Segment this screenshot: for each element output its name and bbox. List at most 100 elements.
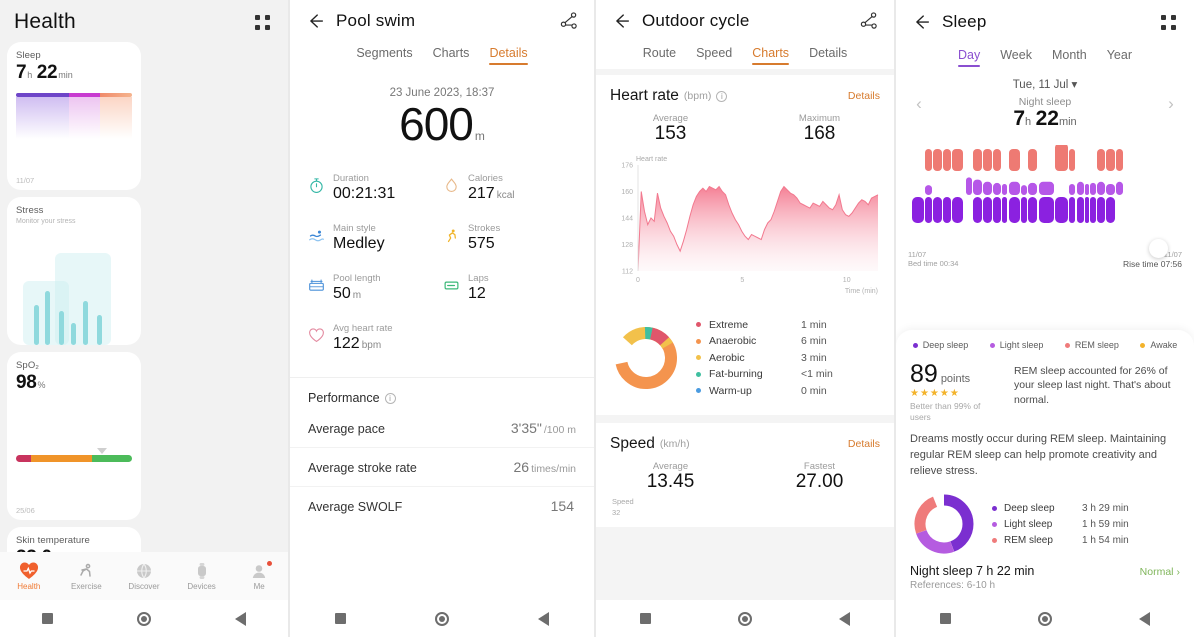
speed-title: Speed <box>610 435 655 452</box>
home-button-icon[interactable] <box>434 611 449 626</box>
legend-item: Deep sleep <box>912 340 968 350</box>
metric-label: Avg heart rate <box>333 323 393 334</box>
back-arrow-icon[interactable] <box>610 10 632 32</box>
share-icon[interactable] <box>558 10 580 32</box>
sleep-stage-glow <box>16 97 133 139</box>
tab-speed[interactable]: Speed <box>696 46 732 65</box>
heart-rate-unit: (bpm) <box>683 90 712 102</box>
performance-section: Performance i Average pace 3'35"/100 m A… <box>290 377 594 525</box>
tab-devices[interactable]: Devices <box>173 562 231 591</box>
strokes-icon <box>447 229 456 243</box>
chevron-right-icon[interactable]: › <box>1162 94 1180 114</box>
heart-rate-maximum: Maximum 168 <box>745 113 894 145</box>
home-button-icon[interactable] <box>1037 611 1052 626</box>
recents-button-icon[interactable] <box>639 613 651 624</box>
stat-value: 153 <box>654 123 687 144</box>
performance-value: 3'35" <box>510 420 542 436</box>
tab-route[interactable]: Route <box>643 46 676 65</box>
zone-row: Warm-up 0 min <box>696 385 880 397</box>
metric-unit: bpm <box>361 340 382 351</box>
share-icon[interactable] <box>858 10 880 32</box>
home-button-icon[interactable] <box>737 611 752 626</box>
footer-status-badge[interactable]: Normal › <box>1140 564 1180 578</box>
heart-rate-details-link[interactable]: Details <box>848 90 880 102</box>
metric-value: 00:21:31 <box>333 185 396 202</box>
tab-day[interactable]: Day <box>958 48 981 67</box>
sleep-footer[interactable]: Night sleep 7 h 22 min References: 6-10 … <box>896 558 1194 591</box>
sleep-score: 89 points ★★★★★ Better than 99% of users <box>910 360 1002 422</box>
card-sleep[interactable]: Sleep 7h 22min 11/07 <box>7 42 141 190</box>
metric-label: Main style <box>333 223 376 234</box>
speed-panel: Speed (km/h) Details Average 13.45 Faste… <box>596 423 894 527</box>
tab-month[interactable]: Month <box>1052 48 1087 67</box>
tab-charts[interactable]: Charts <box>433 46 470 65</box>
outdoor-cycle-screen: Outdoor cycle Route Speed Charts Details… <box>596 0 896 637</box>
back-button-icon[interactable] <box>235 611 246 626</box>
performance-unit: /100 m <box>543 424 576 436</box>
tab-year[interactable]: Year <box>1107 48 1132 67</box>
health-screen: Health Sleep 7h 22min 11/07 Stress Monit… <box>0 0 290 637</box>
tab-details[interactable]: Details <box>809 46 847 65</box>
workout-distance: 600 m <box>290 97 594 151</box>
tab-exercise[interactable]: Exercise <box>58 562 116 591</box>
system-nav-bar <box>0 600 288 637</box>
back-arrow-icon[interactable] <box>304 10 326 32</box>
info-icon[interactable]: i <box>716 90 728 102</box>
zone-name: Extreme <box>709 318 749 331</box>
recents-button-icon[interactable] <box>939 613 951 624</box>
metric-value: 12 <box>468 285 486 302</box>
sleep-detail-card: Deep sleep Light sleep REM sleep Awake 8… <box>896 330 1194 637</box>
legend-label: Awake <box>1150 340 1178 350</box>
grid-dots-icon[interactable] <box>1156 10 1180 34</box>
tab-discover[interactable]: Discover <box>115 562 173 591</box>
home-button-icon[interactable] <box>137 611 151 626</box>
card-stress[interactable]: Stress Monitor your stress <box>7 197 141 345</box>
tab-charts[interactable]: Charts <box>752 46 789 65</box>
legend-label: Light sleep <box>999 340 1044 350</box>
breakdown-row: REM sleep 1 h 54 min <box>992 535 1180 546</box>
performance-unit: times/min <box>531 463 576 475</box>
speed-summary: Average 13.45 Fastest 27.00 <box>596 455 894 493</box>
performance-row: Average stroke rate 26 times/min <box>290 448 594 487</box>
back-button-icon[interactable] <box>1139 611 1151 626</box>
performance-title: Performance i <box>290 378 594 409</box>
recents-button-icon[interactable] <box>42 613 53 624</box>
metric-calories: Calories 217 kcal <box>443 173 578 203</box>
grid-dots-icon[interactable] <box>250 10 274 34</box>
speed-details-link[interactable]: Details <box>848 438 880 450</box>
tab-week[interactable]: Week <box>1000 48 1032 67</box>
tab-details[interactable]: Details <box>489 46 528 65</box>
selected-date[interactable]: Tue, 11 Jul ▾ <box>928 77 1162 91</box>
back-button-icon[interactable] <box>839 611 851 626</box>
card-subtitle: Monitor your stress <box>16 218 76 225</box>
tab-segments[interactable]: Segments <box>356 46 412 65</box>
pool-length-icon <box>309 279 324 291</box>
chevron-right-icon: › <box>1176 566 1181 579</box>
speed-fastest: Fastest 27.00 <box>745 461 894 493</box>
zone-color-dot <box>696 338 701 344</box>
night-sleep-duration: 7h 22min <box>928 107 1162 131</box>
tab-health[interactable]: Health <box>0 561 58 591</box>
speed-axis-top: 32 <box>612 508 621 517</box>
sleep-minutes-unit: min <box>58 70 73 80</box>
chevron-left-icon[interactable]: ‹ <box>910 94 928 114</box>
metric-value: 217 <box>468 185 495 202</box>
svg-text:Time (min): Time (min) <box>845 288 878 295</box>
spo2-marker-icon <box>97 448 107 454</box>
metric-label: Duration <box>333 173 369 184</box>
sleep-screen: Sleep Day Week Month Year ‹ Tue, 11 Jul … <box>896 0 1194 637</box>
back-button-icon[interactable] <box>538 611 550 626</box>
zones-donut-chart <box>615 326 677 389</box>
recents-button-icon[interactable] <box>334 613 346 624</box>
back-arrow-icon[interactable] <box>910 11 932 33</box>
tab-label: Exercise <box>71 581 102 591</box>
heart-icon <box>19 561 38 579</box>
screenshot-root: Health Sleep 7h 22min 11/07 Stress Monit… <box>0 0 1196 637</box>
breakdown-value: 1 h 59 min <box>1082 518 1129 530</box>
card-spo2[interactable]: SpO₂ 98% 25/06 <box>7 352 141 520</box>
chart-drag-handle[interactable] <box>1149 239 1168 258</box>
metric-value: 50 <box>333 285 351 302</box>
info-icon[interactable]: i <box>384 392 396 404</box>
tab-me[interactable]: Me <box>230 560 288 591</box>
metric-unit: kcal <box>496 190 515 201</box>
